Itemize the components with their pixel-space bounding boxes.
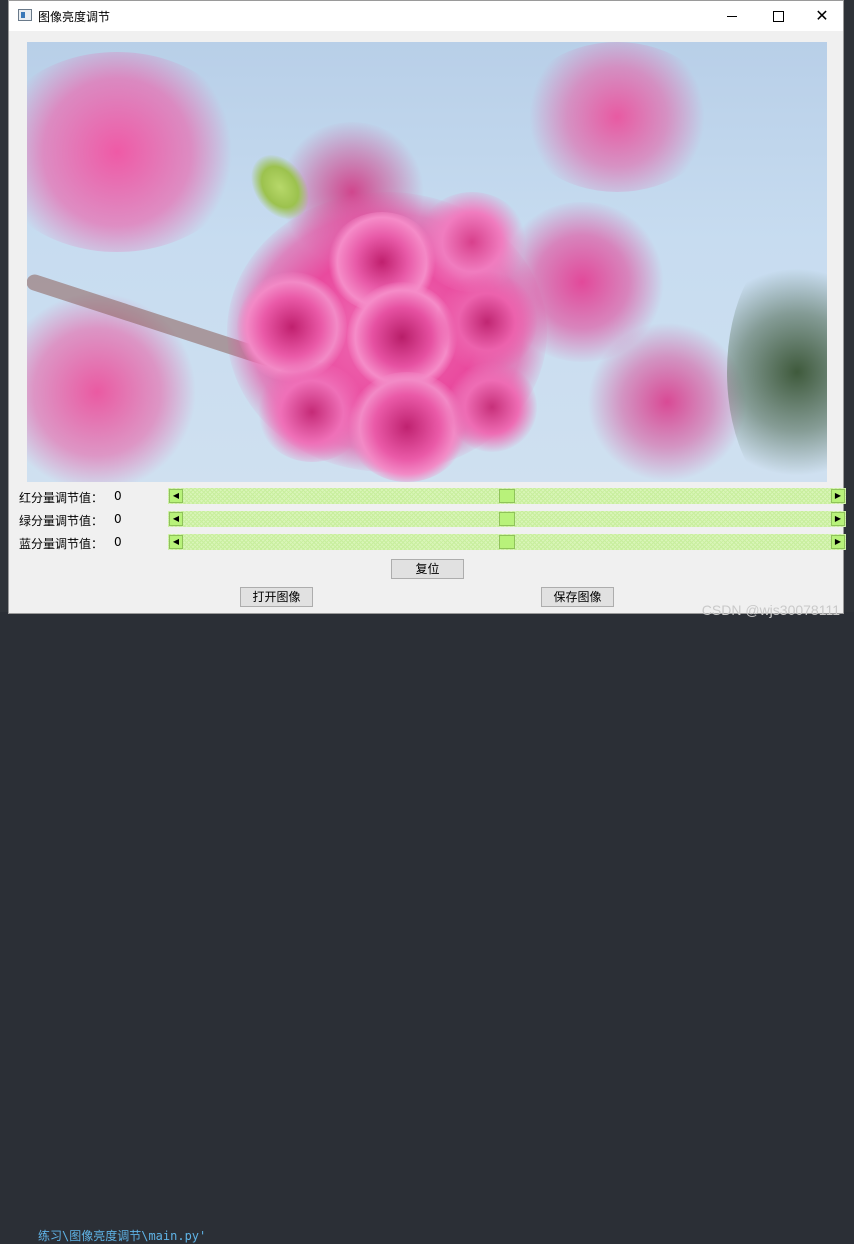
blue-slider-left-arrow[interactable]: ◀: [169, 535, 183, 549]
green-slider-label: 绿分量调节值：: [19, 514, 104, 528]
app-icon: [18, 9, 32, 21]
green-slider[interactable]: ◀ ▶: [168, 511, 846, 527]
window-title: 图像亮度调节: [38, 10, 111, 24]
slider-row-blue: 蓝分量调节值： 0 ◀ ▶: [19, 534, 846, 552]
green-slider-left-arrow[interactable]: ◀: [169, 512, 183, 526]
red-slider-right-arrow[interactable]: ▶: [831, 489, 845, 503]
caret-left-icon: ◀: [172, 491, 180, 500]
red-slider-left-arrow[interactable]: ◀: [169, 489, 183, 503]
caret-left-icon: ◀: [172, 537, 180, 546]
caret-right-icon: ▶: [834, 491, 842, 500]
slider-row-green: 绿分量调节值： 0 ◀ ▶: [19, 511, 846, 529]
green-slider-value: 0: [114, 512, 122, 526]
blue-slider-value: 0: [114, 535, 122, 549]
close-icon: ✕: [815, 6, 829, 25]
caret-left-icon: ◀: [172, 514, 180, 523]
caret-right-icon: ▶: [834, 514, 842, 523]
close-button[interactable]: ✕: [799, 1, 845, 31]
flower: [447, 362, 537, 452]
save-image-button[interactable]: 保存图像: [541, 587, 614, 607]
app-window: 图像亮度调节 ✕ 红分量调节值： 0 ◀ ▶ 绿分量调节值： 0 ◀ ▶ 蓝分量…: [8, 0, 846, 614]
flower: [437, 272, 537, 372]
minimize-icon: [727, 15, 737, 17]
blue-slider-right-arrow[interactable]: ▶: [831, 535, 845, 549]
slider-row-red: 红分量调节值： 0 ◀ ▶: [19, 488, 846, 506]
csdn-watermark: CSDN @wjs30078111: [701, 602, 840, 618]
image-display: [27, 42, 827, 482]
green-slider-right-arrow[interactable]: ▶: [831, 512, 845, 526]
bokeh-blossom: [517, 42, 717, 192]
blue-slider-label: 蓝分量调节值：: [19, 537, 104, 551]
flower: [347, 372, 467, 482]
open-image-button[interactable]: 打开图像: [240, 587, 313, 607]
blue-slider-thumb[interactable]: [499, 535, 515, 549]
caret-right-icon: ▶: [834, 537, 842, 546]
minimize-button[interactable]: [709, 1, 755, 31]
blue-slider[interactable]: ◀ ▶: [168, 534, 846, 550]
red-slider-label: 红分量调节值：: [19, 491, 104, 505]
ide-path-text: 练习\图像亮度调节\main.py': [38, 1229, 207, 1243]
red-slider-value: 0: [114, 489, 122, 503]
maximize-icon: [772, 10, 784, 22]
maximize-button[interactable]: [755, 1, 801, 31]
title-bar[interactable]: 图像亮度调节 ✕: [9, 1, 843, 31]
bokeh-foliage: [727, 242, 827, 482]
bokeh-blossom: [27, 52, 247, 252]
bokeh-blossom: [587, 322, 747, 482]
red-slider[interactable]: ◀ ▶: [168, 488, 846, 504]
green-slider-thumb[interactable]: [499, 512, 515, 526]
reset-button[interactable]: 复位: [391, 559, 464, 579]
red-slider-thumb[interactable]: [499, 489, 515, 503]
